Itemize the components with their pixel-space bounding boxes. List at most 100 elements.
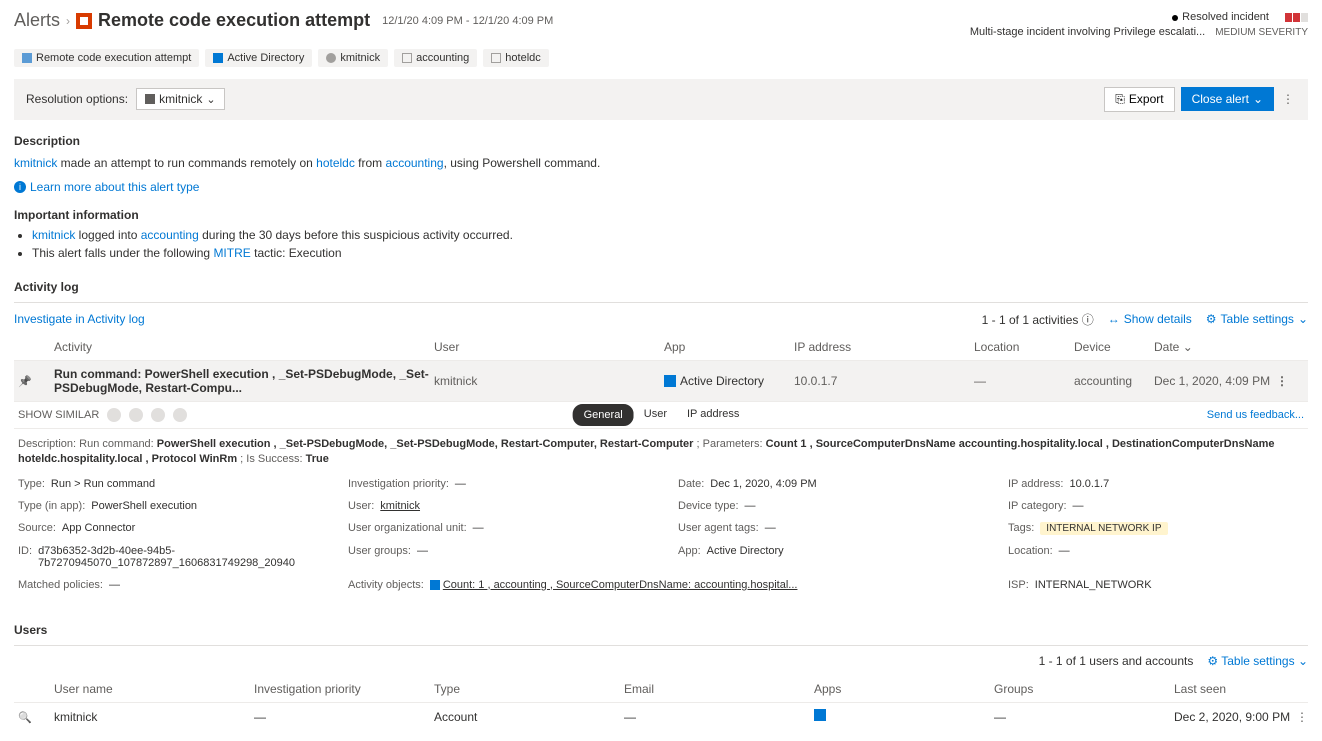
device-icon — [491, 53, 501, 63]
row-date: Dec 1, 2020, 4:09 PM — [1154, 374, 1274, 388]
close-alert-button[interactable]: Close alert ⌄ — [1181, 87, 1274, 111]
detail-device-type: — — [745, 500, 756, 512]
shield-icon — [22, 53, 32, 63]
urow-invpri: — — [254, 710, 434, 724]
ucol-apps[interactable]: Apps — [814, 682, 994, 696]
row-more-button[interactable]: ⋮ — [1274, 373, 1290, 389]
col-ip[interactable]: IP address — [794, 340, 974, 354]
table-settings-button[interactable]: ⚙ Table settings ⌄ — [1206, 312, 1308, 326]
detail-date: Dec 1, 2020, 4:09 PM — [710, 478, 816, 490]
users-count: 1 - 1 of 1 users and accounts — [1039, 654, 1194, 668]
device-icon — [402, 53, 412, 63]
info-filter-icon[interactable] — [173, 408, 187, 422]
severity-indicator — [1285, 13, 1308, 22]
ucol-email[interactable]: Email — [624, 682, 814, 696]
learn-more-link[interactable]: Learn more about this alert type — [30, 180, 199, 194]
detail-type: Run > Run command — [51, 478, 155, 490]
activity-log-heading: Activity log — [14, 280, 1308, 294]
col-activity[interactable]: Activity — [54, 340, 434, 354]
resolution-user-dropdown[interactable]: kmitnick — [136, 88, 225, 110]
users-table-settings[interactable]: ⚙ Table settings ⌄ — [1207, 654, 1308, 668]
description-text: kmitnick made an attempt to run commands… — [14, 154, 1308, 172]
detail-source: App Connector — [62, 522, 135, 535]
ucol-invpri[interactable]: Investigation priority — [254, 682, 434, 696]
tag-device-accounting[interactable]: accounting — [394, 49, 477, 67]
ucol-last[interactable]: Last seen — [1174, 682, 1294, 696]
show-details-toggle[interactable]: ↔ Show details — [1108, 312, 1192, 326]
user-filter-icon[interactable] — [129, 408, 143, 422]
tag-list: Remote code execution attempt Active Dir… — [14, 49, 1308, 67]
mitre-link[interactable]: MITRE — [213, 246, 250, 260]
col-user[interactable]: User — [434, 340, 664, 354]
activity-details-grid: Type:Run > Run command Investigation pri… — [14, 478, 1308, 603]
pin-icon[interactable] — [18, 374, 54, 388]
row-ip: 10.0.1.7 — [794, 374, 974, 388]
page-title: Remote code execution attempt — [98, 10, 370, 31]
urow-groups: — — [994, 710, 1174, 724]
col-app[interactable]: App — [664, 340, 794, 354]
tag-device-hoteldc[interactable]: hoteldc — [483, 49, 548, 67]
desc-account-link[interactable]: accounting — [386, 156, 444, 170]
windows-icon — [814, 709, 826, 721]
resolution-label: Resolution options: — [26, 92, 128, 106]
urow-name: kmitnick — [54, 710, 254, 724]
feedback-link[interactable]: Send us feedback... — [1207, 409, 1304, 421]
row-device: accounting — [1074, 374, 1154, 388]
desc-user-link[interactable]: kmitnick — [14, 156, 57, 170]
important-user-link[interactable]: kmitnick — [32, 228, 75, 242]
activity-count: 1 - 1 of 1 activities ⓘ — [982, 311, 1094, 328]
detail-user-groups: — — [417, 545, 428, 569]
ucol-groups[interactable]: Groups — [994, 682, 1174, 696]
pill-ip[interactable]: IP address — [677, 404, 749, 426]
chevron-right-icon: › — [66, 14, 70, 28]
filter-icon[interactable] — [107, 408, 121, 422]
investigate-link[interactable]: Investigate in Activity log — [14, 312, 145, 326]
windows-icon — [213, 53, 223, 63]
important-item: This alert falls under the following MIT… — [32, 246, 1308, 260]
time-range: 12/1/20 4:09 PM - 12/1/20 4:09 PM — [382, 15, 553, 27]
users-heading: Users — [14, 623, 1308, 637]
important-heading: Important information — [14, 208, 1308, 222]
col-device[interactable]: Device — [1074, 340, 1154, 354]
detail-inv-priority: — — [455, 478, 466, 490]
row-app: Active Directory — [680, 374, 764, 388]
investigate-user-icon[interactable] — [18, 710, 54, 724]
resolved-label: Resolved incident — [1182, 10, 1269, 25]
col-location[interactable]: Location — [974, 340, 1074, 354]
detail-activity-objects[interactable]: Count: 1 , accounting , SourceComputerDn… — [430, 579, 798, 591]
ucol-name[interactable]: User name — [54, 682, 254, 696]
alert-icon — [76, 13, 92, 29]
status-dot-icon — [1172, 15, 1178, 21]
breadcrumb-root[interactable]: Alerts — [14, 10, 60, 31]
user-icon — [326, 53, 336, 63]
col-date[interactable]: Date ⌄ — [1154, 340, 1274, 354]
description-heading: Description — [14, 134, 1308, 148]
detail-app: Active Directory — [707, 545, 784, 569]
row-activity: Run command: PowerShell execution , _Set… — [54, 367, 434, 395]
incident-desc[interactable]: Multi-stage incident involving Privilege… — [970, 25, 1205, 40]
activity-table-header: Activity User App IP address Location De… — [14, 334, 1308, 361]
desc-host-link[interactable]: hoteldc — [316, 156, 355, 170]
important-item: kmitnick logged into accounting during t… — [32, 228, 1308, 242]
pill-general[interactable]: General — [573, 404, 634, 426]
users-row[interactable]: kmitnick — Account — — Dec 2, 2020, 9:00… — [14, 703, 1308, 731]
ucol-type[interactable]: Type — [434, 682, 624, 696]
severity-label: MEDIUM SEVERITY — [1215, 26, 1308, 40]
detail-matched-policies: — — [109, 579, 120, 591]
more-options-button[interactable]: ⋮ — [1280, 91, 1296, 107]
info-icon: i — [14, 181, 26, 193]
tag-app[interactable]: Active Directory — [205, 49, 312, 67]
export-button[interactable]: ⎘ Export — [1104, 87, 1174, 112]
tag-alert-type[interactable]: Remote code execution attempt — [14, 49, 199, 67]
object-icon — [430, 580, 440, 590]
detail-type-app: PowerShell execution — [91, 500, 197, 512]
pill-user[interactable]: User — [634, 404, 677, 426]
detail-isp: INTERNAL_NETWORK — [1035, 579, 1152, 591]
urow-more-button[interactable]: ⋮ — [1294, 709, 1310, 725]
tag-user[interactable]: kmitnick — [318, 49, 388, 67]
activity-row[interactable]: Run command: PowerShell execution , _Set… — [14, 361, 1308, 401]
important-account-link[interactable]: accounting — [141, 228, 199, 242]
detail-user-link[interactable]: kmitnick — [380, 500, 420, 512]
detail-user-agent-tags: — — [765, 522, 776, 535]
time-filter-icon[interactable] — [151, 408, 165, 422]
